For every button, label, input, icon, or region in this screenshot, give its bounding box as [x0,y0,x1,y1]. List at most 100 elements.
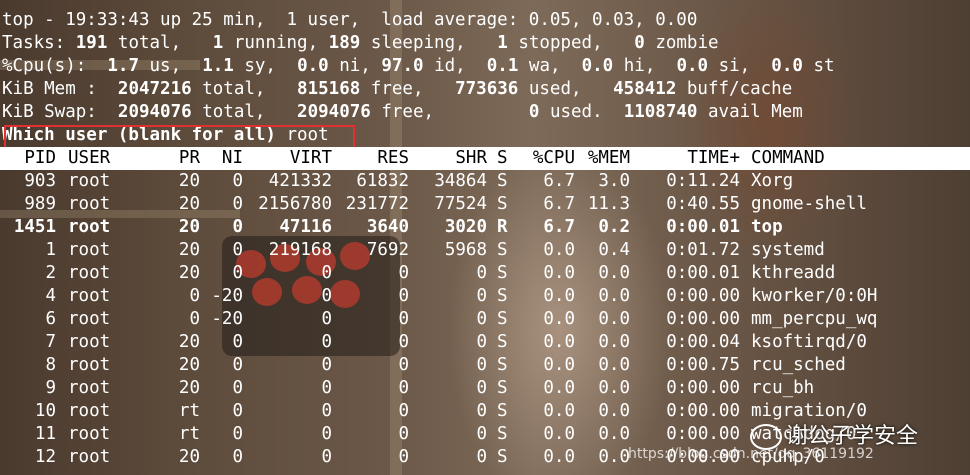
res-cell: 7692 [366,240,409,260]
cpu-cell: 0.0 [543,378,575,398]
time-cell: 0:40.55 [666,194,740,214]
uptime-line: top - 19:33:43 up 25 min, 1 user, load a… [2,10,698,30]
pid-cell: 2 [45,263,56,283]
pr-cell: 0 [189,309,200,329]
time-cell: 0:00.00 [666,424,740,444]
watermark-url: https://blog.csdn.net/qq_36119192 [628,446,874,462]
state-cell: S [497,378,508,398]
cpu-cell: 0.0 [543,332,575,352]
mem-cell: 0.0 [598,447,630,467]
process-row: 9 root 20 0 0 0 0 S 0.0 0.0 0:00.00 rcu_bh [0,377,900,400]
shr-cell: 0 [476,447,487,467]
ni-cell: 0 [232,355,243,375]
res-cell: 0 [398,332,409,352]
shr-cell: 0 [476,378,487,398]
shr-cell: 77524 [434,194,487,214]
cpu-line: %Cpu(s): 1.7 us, 1.1 sy, 0.0 ni, 97.0 id… [2,56,835,76]
col-res: RES [377,148,409,168]
time-cell: 0:00.04 [666,332,740,352]
pid-cell: 7 [45,332,56,352]
process-row: 989 root 20 0 2156780 231772 77524 S 6.7 11.3 0:40… [0,193,900,216]
state-cell: S [497,286,508,306]
ni-cell: -20 [211,286,243,306]
command-cell: ksoftirqd/0 [751,332,867,352]
shr-cell: 0 [476,263,487,283]
mem-cell: 0.0 [598,286,630,306]
col-virt: VIRT [289,148,332,168]
command-cell: kthreadd [751,263,836,283]
mem-cell: 11.3 [587,194,630,214]
mem-cell: 0.0 [598,401,630,421]
cpu-cell: 6.7 [543,194,575,214]
res-cell: 0 [398,309,409,329]
shr-cell: 0 [476,401,487,421]
command-cell: top [751,217,783,237]
state-cell: S [497,194,508,214]
virt-cell: 0 [321,401,332,421]
cpu-cell: 6.7 [543,217,575,237]
user-cell: root [68,194,111,214]
shr-cell: 0 [476,332,487,352]
command-cell: rcu_sched [751,355,846,375]
column-header-bar: PID USER PR NI VIRT RES SHR S %CPU %MEM … [0,147,970,170]
command-cell: kworker/0:0H [751,286,878,306]
ni-cell: 0 [232,240,243,260]
mem-cell: 0.0 [598,424,630,444]
time-cell: 0:00.00 [666,286,740,306]
process-row: 1451 root 20 0 47116 3640 3020 R 6.7 0.2 0:00.01 to… [0,216,900,239]
process-row: 1 root 20 0 219168 7692 5968 S 0.0 0.4 0:01.72 syst… [0,239,900,262]
res-cell: 231772 [345,194,409,214]
cpu-cell: 0.0 [543,263,575,283]
ni-cell: 0 [232,171,243,191]
virt-cell: 0 [321,355,332,375]
virt-cell: 421332 [268,171,332,191]
mem-cell: 0.0 [598,309,630,329]
terminal-top-output: top - 19:33:43 up 25 min, 1 user, load a… [0,0,970,475]
ni-cell: 0 [232,217,243,237]
command-cell: mm_percpu_wq [751,309,878,329]
command-cell: rcu_bh [751,378,815,398]
pid-cell: 8 [45,355,56,375]
mem-cell: 0.0 [598,263,630,283]
virt-cell: 0 [321,424,332,444]
state-cell: S [497,401,508,421]
mem-cell: 3.0 [598,171,630,191]
command-cell: systemd [751,240,825,260]
virt-cell: 0 [321,263,332,283]
mem-cell: 0.0 [598,378,630,398]
virt-cell: 47116 [279,217,332,237]
pr-cell: 20 [178,240,200,260]
virt-cell: 219168 [268,240,332,260]
time-cell: 0:00.75 [666,355,740,375]
res-cell: 0 [398,263,409,283]
state-cell: S [497,332,508,352]
res-cell: 3640 [366,217,409,237]
pr-cell: rt [178,424,200,444]
mem-cell: 0.4 [598,240,630,260]
shr-cell: 3020 [444,217,487,237]
state-cell: S [497,355,508,375]
ni-cell: 0 [232,332,243,352]
tasks-line: Tasks: 191 total, 1 running, 189 sleepin… [2,33,719,53]
pid-cell: 11 [34,424,56,444]
process-row: 2 root 20 0 0 0 0 S 0.0 0.0 0:00.01 kthreadd [0,262,900,285]
col-s: S [497,148,508,168]
shr-cell: 0 [476,355,487,375]
state-cell: R [497,217,508,237]
pr-cell: 20 [178,447,200,467]
col-command: COMMAND [751,148,825,168]
shr-cell: 34864 [434,171,487,191]
ni-cell: -20 [211,309,243,329]
pid-cell: 12 [34,447,56,467]
cpu-cell: 0.0 [543,447,575,467]
user-cell: root [68,332,111,352]
virt-cell: 0 [321,447,332,467]
col-time: TIME+ [687,148,740,168]
cpu-cell: 0.0 [543,401,575,421]
swap-line: KiB Swap: 2094076 total, 2094076 free, 0… [2,102,803,122]
ni-cell: 0 [232,424,243,444]
mem-line: KiB Mem : 2047216 total, 815168 free, 77… [2,79,793,99]
mem-cell: 0.0 [598,355,630,375]
ni-cell: 0 [232,378,243,398]
res-cell: 0 [398,378,409,398]
